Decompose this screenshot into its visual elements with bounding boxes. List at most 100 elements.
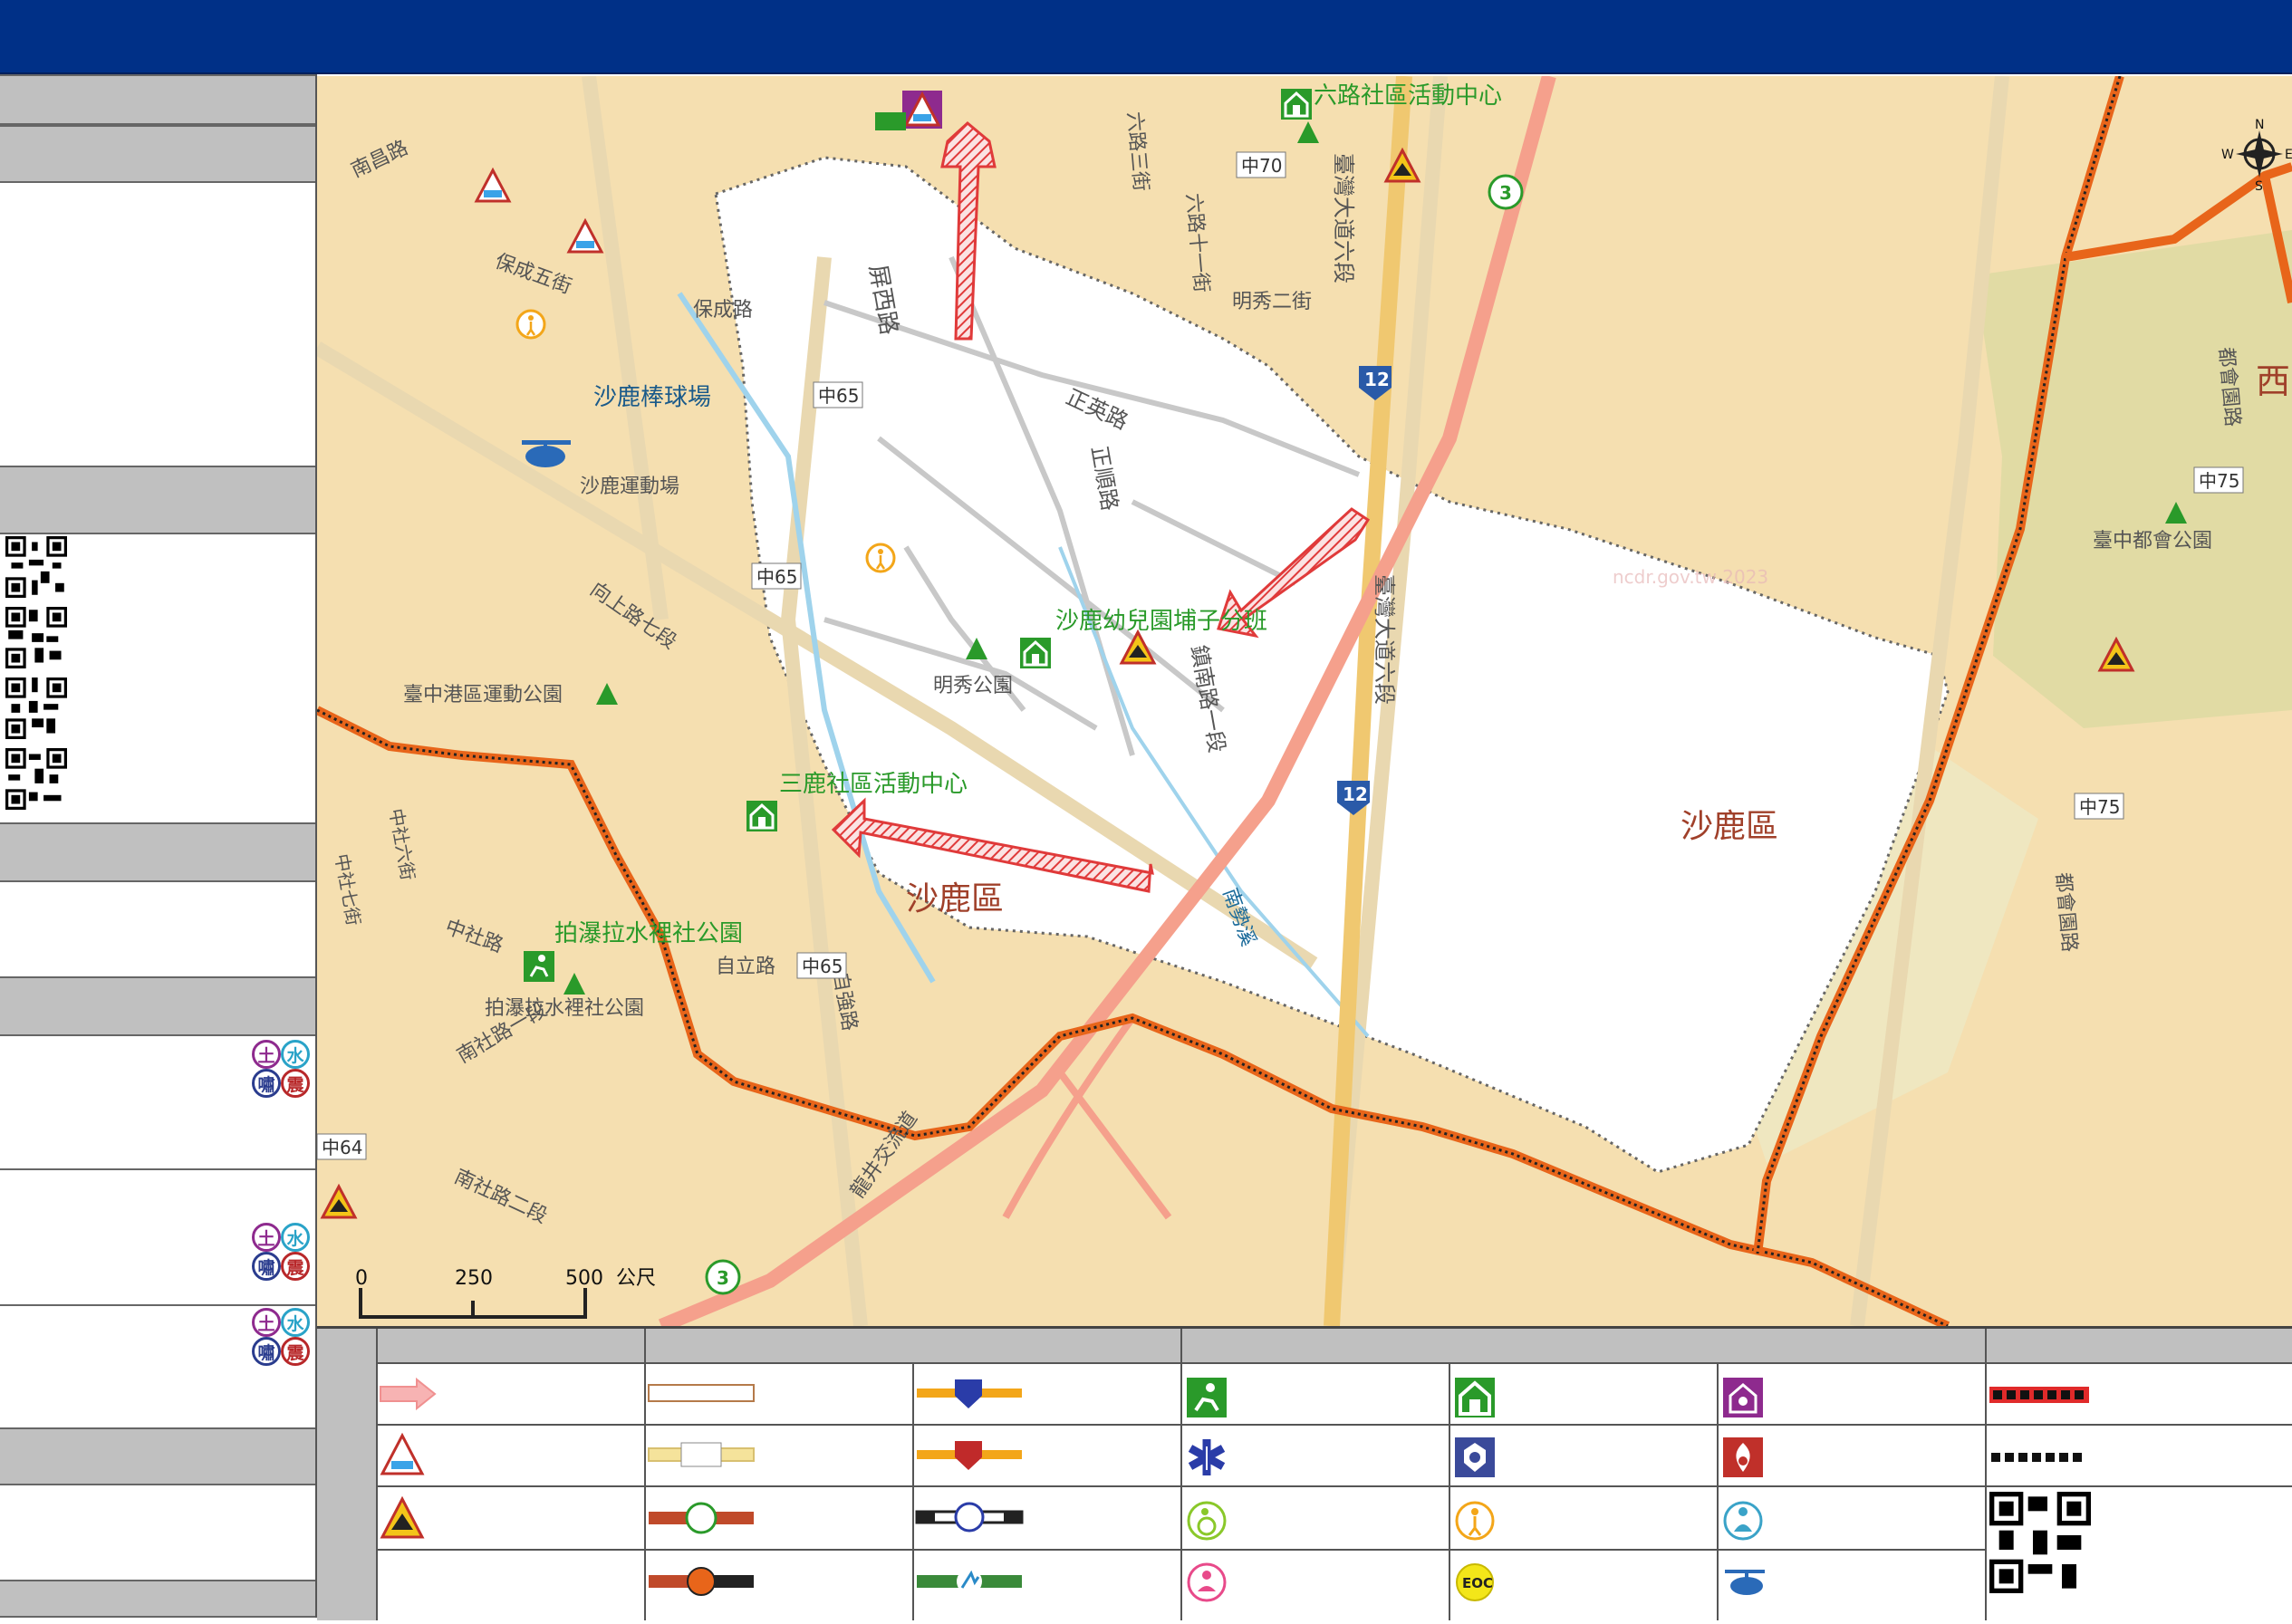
road-marker-zhong75-2: 中75: [2079, 796, 2120, 818]
legend-eoc-icon: EOC: [1456, 1563, 1494, 1601]
highway-marker-3-2: 3: [717, 1267, 729, 1289]
sidebar-hazard-row-3: 土 水 嘯 震: [0, 1306, 315, 1427]
legend-railway: [915, 1502, 1024, 1533]
map-svg[interactable]: 沙鹿區 沙鹿區 西 六路社區活動中心 沙鹿幼兒園埔子分班 三鹿社區活動中心 拍瀑…: [317, 76, 2292, 1326]
poi-label-shalu-sports: 沙鹿運動場: [580, 476, 679, 498]
qr-code-2[interactable]: [5, 607, 67, 668]
hazard-icon-group-1: 土 水 嘯 震: [252, 1040, 312, 1100]
tsunami-hazard-icon: 嘯: [252, 1337, 281, 1366]
legend-road-provincial: [649, 1502, 754, 1534]
poi-label-port-sports: 臺中港區運動公園: [403, 684, 563, 706]
header-bar: [0, 0, 2292, 74]
map-canvas[interactable]: 沙鹿區 沙鹿區 西 六路社區活動中心 沙鹿幼兒園埔子分班 三鹿社區活動中心 拍瀑…: [317, 76, 2292, 1326]
legend-women-children-icon: [1187, 1562, 1227, 1602]
outdoor-evacuation-icon: [524, 951, 554, 982]
facility-label-baseball: 沙鹿棒球場: [593, 384, 711, 411]
landslide-hazard-icon: 土: [252, 1308, 281, 1337]
compass-e: E: [2285, 148, 2292, 162]
sidebar: 土 水 嘯 震 土 水 嘯 震 土 水 嘯 震: [0, 74, 317, 1618]
facility-label-kindergarten: 沙鹿幼兒園埔子分班: [1055, 608, 1267, 635]
poi-label-metro-park: 臺中都會公園: [2093, 530, 2212, 553]
sidebar-box-5: [0, 882, 315, 976]
road-label-baocheng: 保成路: [693, 299, 753, 322]
legend-police-icon: [1455, 1437, 1495, 1477]
earthquake-hazard-icon: 震: [281, 1069, 310, 1098]
facility-label-sanlu: 三鹿社區活動中心: [779, 771, 968, 798]
sidebar-box-7: [0, 1485, 315, 1580]
legend-freeway-red: [917, 1441, 1022, 1470]
district-label-west: 沙鹿區: [906, 880, 1004, 918]
elderly-care-icon: [865, 543, 896, 573]
landslide-hazard-icon: 土: [252, 1040, 281, 1069]
legend-evacuation-arrow: [380, 1377, 437, 1411]
sidebar-band-5: [0, 976, 315, 1036]
scale-tick-250: 250: [455, 1267, 493, 1290]
legend-elderly-care-icon: [1455, 1501, 1495, 1541]
landslide-hazard-icon: 土: [252, 1223, 281, 1252]
compass-s: S: [2255, 179, 2263, 194]
sidebar-hazard-row-1: 土 水 嘯 震: [0, 1036, 315, 1170]
sidebar-band-2: [0, 125, 315, 183]
legend-header-band: [377, 1329, 2292, 1363]
district-label-main: 沙鹿區: [1680, 808, 1778, 845]
legend-hsr: [917, 1569, 1022, 1594]
flood-hazard-icon: 水: [281, 1223, 310, 1252]
district-label-east: 西: [2256, 361, 2290, 401]
road-marker-zhong65-2: 中65: [756, 566, 797, 588]
sidebar-band-4: [0, 822, 315, 882]
compass-w: W: [2221, 148, 2234, 162]
sidebar-band-1: [0, 74, 315, 125]
facility-label-liulu: 六路社區活動中心: [1314, 82, 1502, 110]
legend-flood-hazard-icon: [380, 1432, 425, 1475]
legend-outdoor-evacuation-icon: [1187, 1378, 1227, 1417]
legend-road-local: [648, 1384, 755, 1402]
legend-helicopter-icon: [1725, 1570, 1765, 1595]
legend-road-county: [648, 1442, 755, 1467]
park-area: [1975, 230, 2292, 728]
flood-hazard-icon: 水: [281, 1040, 310, 1069]
earthquake-hazard-icon: 震: [281, 1252, 310, 1281]
qr-code-1[interactable]: [5, 536, 67, 598]
road-label-zili: 自立路: [716, 956, 775, 978]
legend-qr-code[interactable]: [1989, 1492, 2091, 1593]
legend-freeway-blue: [917, 1379, 1022, 1408]
elderly-care-icon: [515, 309, 546, 340]
road-marker-zhong65-3: 中65: [802, 956, 843, 977]
poi-label-park-2: 拍瀑拉水裡社公園: [485, 997, 644, 1020]
poi-label-mingxiu-park: 明秀公園: [933, 675, 1013, 697]
highway-marker-12-1: 12: [1364, 369, 1390, 390]
highway-marker-3-1: 3: [1499, 182, 1512, 204]
legend-road-expressway: [649, 1567, 754, 1596]
flood-hazard-icon: 水: [281, 1308, 310, 1337]
facility-label-park: 拍瀑拉水裡社公園: [554, 920, 743, 947]
compass-n: N: [2255, 118, 2264, 132]
sidebar-hazard-row-2: 土 水 嘯 震: [0, 1170, 315, 1306]
legend-fire-station-icon: [1723, 1437, 1763, 1477]
legend-district-boundary: [1989, 1387, 2089, 1403]
legend-shelter-icon: [1455, 1378, 1495, 1417]
legend-disabled-care-icon: [1187, 1501, 1227, 1541]
qr-code-3[interactable]: [5, 677, 67, 739]
shelter-icon-top: [875, 112, 906, 130]
legend-medical-icon: [1188, 1439, 1226, 1475]
tsunami-hazard-icon: 嘯: [252, 1252, 281, 1281]
legend-landslide-hazard-icon: [380, 1495, 425, 1539]
road-marker-zhong64: 中64: [322, 1137, 362, 1158]
sidebar-band-3: [0, 466, 315, 534]
road-label-taiwan-ave-2: 臺灣大道六段: [1372, 574, 1397, 705]
scale-unit: 公尺: [616, 1267, 656, 1290]
flood-hazard-marker: [902, 91, 942, 129]
watermark: ncdr.gov.tw 2023: [1613, 566, 1768, 588]
scale-tick-500: 500: [565, 1267, 603, 1290]
qr-code-4[interactable]: [5, 748, 67, 810]
road-marker-zhong75-1: 中75: [2199, 470, 2239, 492]
sidebar-band-6: [0, 1427, 315, 1485]
sidebar-band-7: [0, 1580, 315, 1618]
hazard-icon-group-2: 土 水 嘯 震: [252, 1223, 312, 1283]
sidebar-info-box: [0, 183, 315, 466]
road-marker-zhong70: 中70: [1241, 155, 1282, 177]
legend-childcare-icon: [1723, 1501, 1763, 1541]
tsunami-hazard-icon: 嘯: [252, 1069, 281, 1098]
legend-panel: EOC: [317, 1326, 2292, 1620]
hazard-icon-group-3: 土 水 嘯 震: [252, 1308, 312, 1368]
